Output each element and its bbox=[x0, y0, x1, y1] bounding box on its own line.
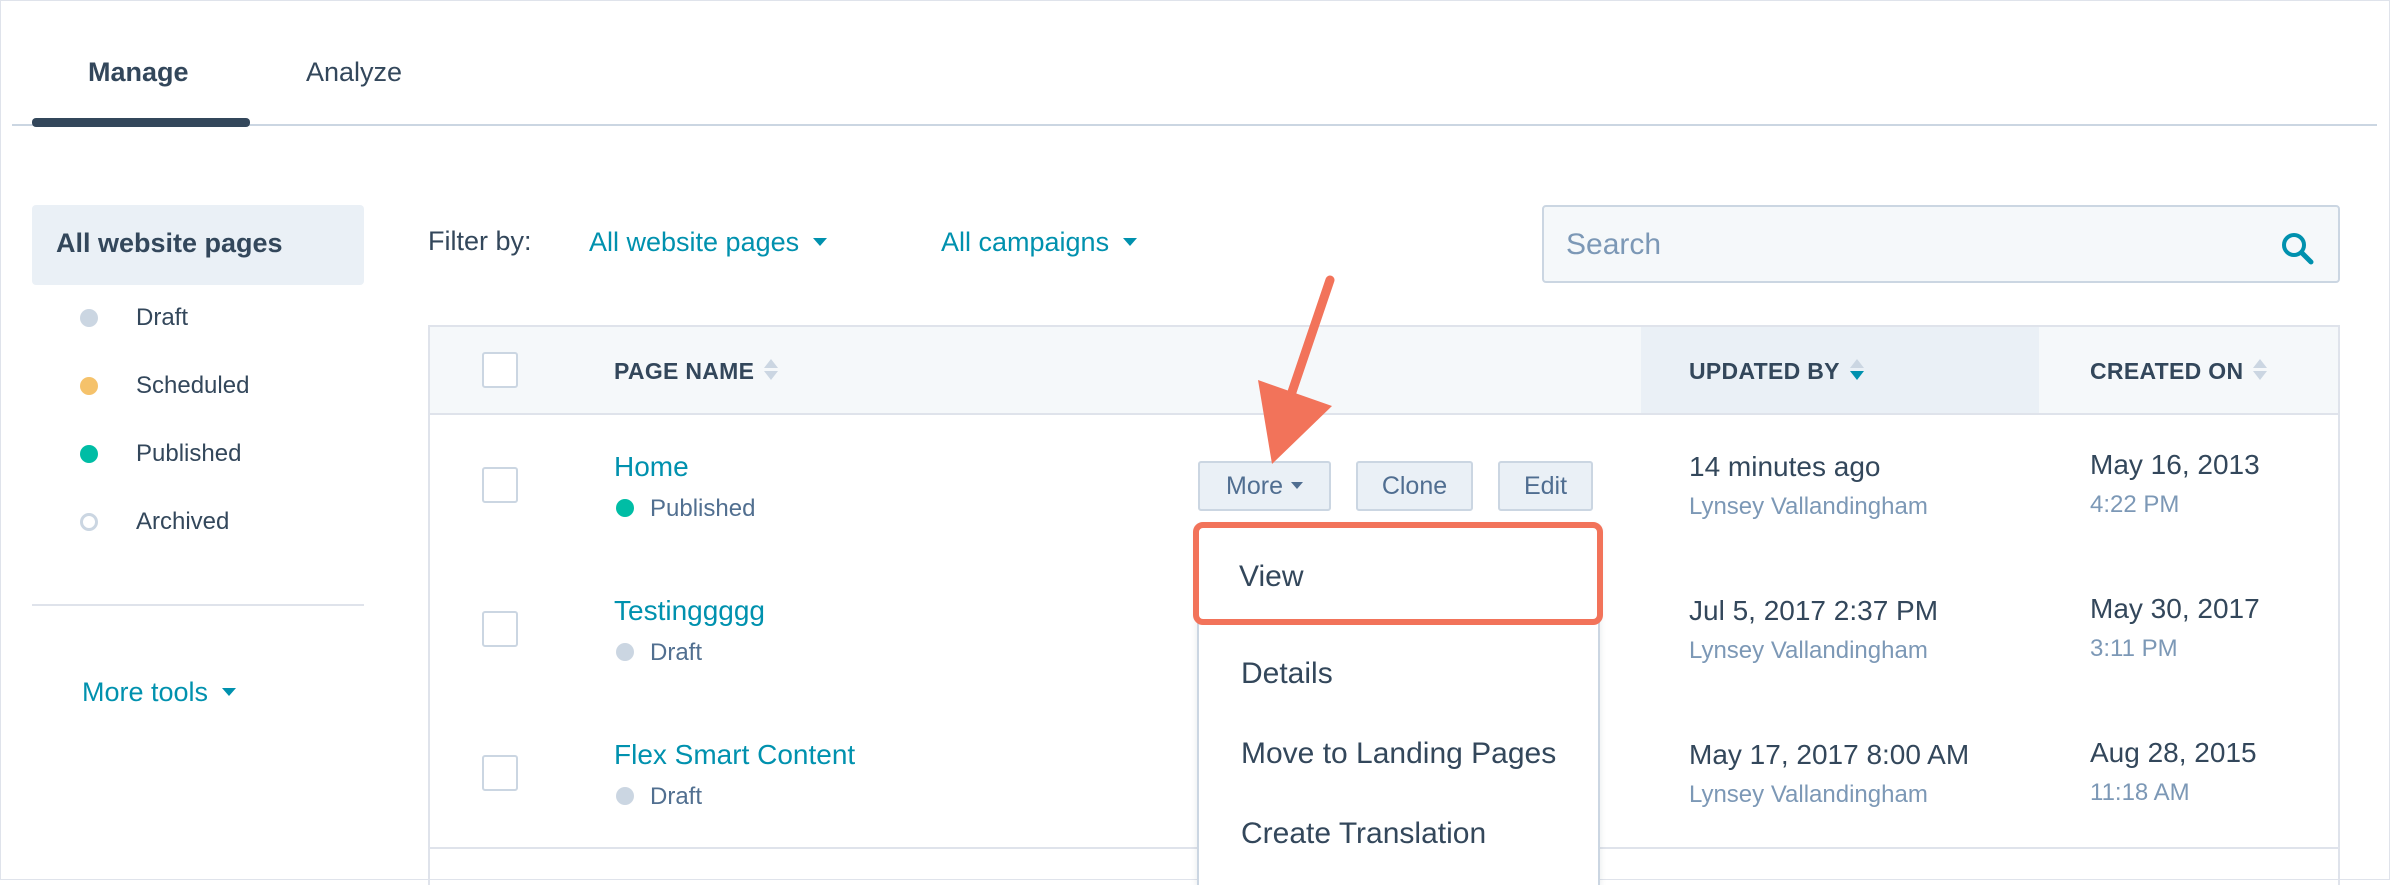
page-status-label: Published bbox=[650, 495, 756, 522]
filter-pages-label: All website pages bbox=[589, 227, 800, 257]
updated-by-user: Lynsey Vallandingham bbox=[1689, 781, 1928, 808]
tab-analyze[interactable]: Analyze bbox=[306, 57, 402, 88]
tab-bar: Manage Analyze bbox=[12, 0, 2377, 127]
created-time: 4:22 PM bbox=[2090, 491, 2180, 518]
page-status-label: Draft bbox=[650, 639, 703, 666]
page-status: Published bbox=[616, 495, 755, 523]
page-status-label: Draft bbox=[650, 783, 703, 810]
published-status-dot bbox=[80, 445, 98, 463]
sidebar-item-label: Published bbox=[136, 440, 242, 467]
column-header-updated-by[interactable]: UPDATED BY bbox=[1689, 358, 1864, 386]
page-name-link[interactable]: Testinggggg bbox=[614, 595, 765, 627]
sidebar-item-label: Archived bbox=[136, 508, 230, 535]
filter-pages-dropdown[interactable]: All website pages bbox=[589, 227, 828, 258]
menu-item-view-label: View bbox=[1239, 560, 1304, 593]
created-date: May 16, 2013 bbox=[2090, 449, 2260, 480]
chevron-down-icon bbox=[813, 237, 828, 246]
chevron-down-icon bbox=[1123, 237, 1138, 246]
sidebar-item-label: Scheduled bbox=[136, 372, 250, 399]
column-header-page-name[interactable]: PAGE NAME bbox=[614, 357, 779, 386]
filter-campaigns-label: All campaigns bbox=[941, 227, 1110, 257]
more-tools-label: More tools bbox=[82, 677, 209, 707]
row-checkbox[interactable] bbox=[482, 467, 518, 503]
edit-button[interactable]: Edit bbox=[1498, 461, 1593, 511]
search-box bbox=[1542, 205, 2340, 283]
updated-time: 14 minutes ago bbox=[1689, 451, 1881, 482]
search-input[interactable] bbox=[1564, 225, 2268, 265]
published-status-dot bbox=[616, 498, 634, 517]
page-name-link[interactable]: Home bbox=[614, 451, 689, 483]
draft-status-dot bbox=[80, 309, 98, 327]
updated-time: May 17, 2017 8:00 AM bbox=[1689, 739, 1970, 770]
menu-item-view[interactable]: View bbox=[1193, 522, 1603, 625]
more-tools-dropdown[interactable]: More tools bbox=[82, 677, 237, 708]
column-header-label: UPDATED BY bbox=[1689, 358, 1840, 384]
table-header: PAGE NAME UPDATED BY CREATED ON bbox=[430, 327, 2338, 415]
scheduled-status-dot bbox=[80, 377, 98, 395]
archived-status-dot bbox=[80, 513, 98, 531]
sort-icon bbox=[2253, 357, 2268, 383]
select-all-checkbox[interactable] bbox=[482, 352, 518, 388]
column-header-created-on[interactable]: CREATED ON bbox=[2090, 357, 2268, 386]
column-header-label: CREATED ON bbox=[2090, 358, 2244, 384]
draft-status-dot bbox=[616, 642, 634, 661]
sidebar-item-label: All website pages bbox=[56, 228, 283, 258]
sidebar-item-all-pages[interactable]: All website pages bbox=[32, 205, 364, 285]
created-date: Aug 28, 2015 bbox=[2090, 737, 2257, 768]
updated-by-user: Lynsey Vallandingham bbox=[1689, 493, 1928, 520]
active-tab-indicator bbox=[32, 118, 250, 127]
menu-item-details[interactable]: Details bbox=[1241, 657, 1333, 691]
draft-status-dot bbox=[616, 786, 634, 805]
row-checkbox[interactable] bbox=[482, 755, 518, 791]
updated-time: Jul 5, 2017 2:37 PM bbox=[1689, 595, 1939, 626]
chevron-down-icon bbox=[222, 687, 237, 696]
created-date: May 30, 2017 bbox=[2090, 593, 2260, 624]
sidebar-divider bbox=[32, 604, 364, 606]
sort-desc-icon bbox=[1849, 357, 1864, 383]
page-status: Draft bbox=[616, 639, 702, 667]
row-checkbox[interactable] bbox=[482, 611, 518, 647]
page-name-link[interactable]: Flex Smart Content bbox=[614, 739, 855, 771]
edit-button-label: Edit bbox=[1523, 472, 1568, 500]
clone-button[interactable]: Clone bbox=[1356, 461, 1473, 511]
clone-button-label: Clone bbox=[1381, 472, 1448, 500]
menu-item-create-translation[interactable]: Create Translation bbox=[1241, 817, 1486, 851]
sort-icon bbox=[764, 357, 779, 383]
filter-campaigns-dropdown[interactable]: All campaigns bbox=[941, 227, 1138, 258]
filter-label: Filter by: bbox=[428, 226, 532, 256]
created-time: 11:18 AM bbox=[2090, 779, 2190, 806]
search-icon[interactable] bbox=[2280, 231, 2314, 265]
tab-manage[interactable]: Manage bbox=[88, 57, 189, 88]
menu-item-move-to-landing-pages[interactable]: Move to Landing Pages bbox=[1241, 737, 1556, 771]
sidebar-item-label: Draft bbox=[136, 304, 189, 331]
page-status: Draft bbox=[616, 783, 702, 811]
created-time: 3:11 PM bbox=[2090, 635, 2178, 662]
column-header-label: PAGE NAME bbox=[614, 358, 755, 384]
more-button-label: More bbox=[1226, 472, 1283, 500]
caret-down-icon bbox=[1290, 481, 1303, 489]
updated-by-user: Lynsey Vallandingham bbox=[1689, 637, 1928, 664]
annotation-arrow-icon bbox=[1258, 275, 1335, 464]
